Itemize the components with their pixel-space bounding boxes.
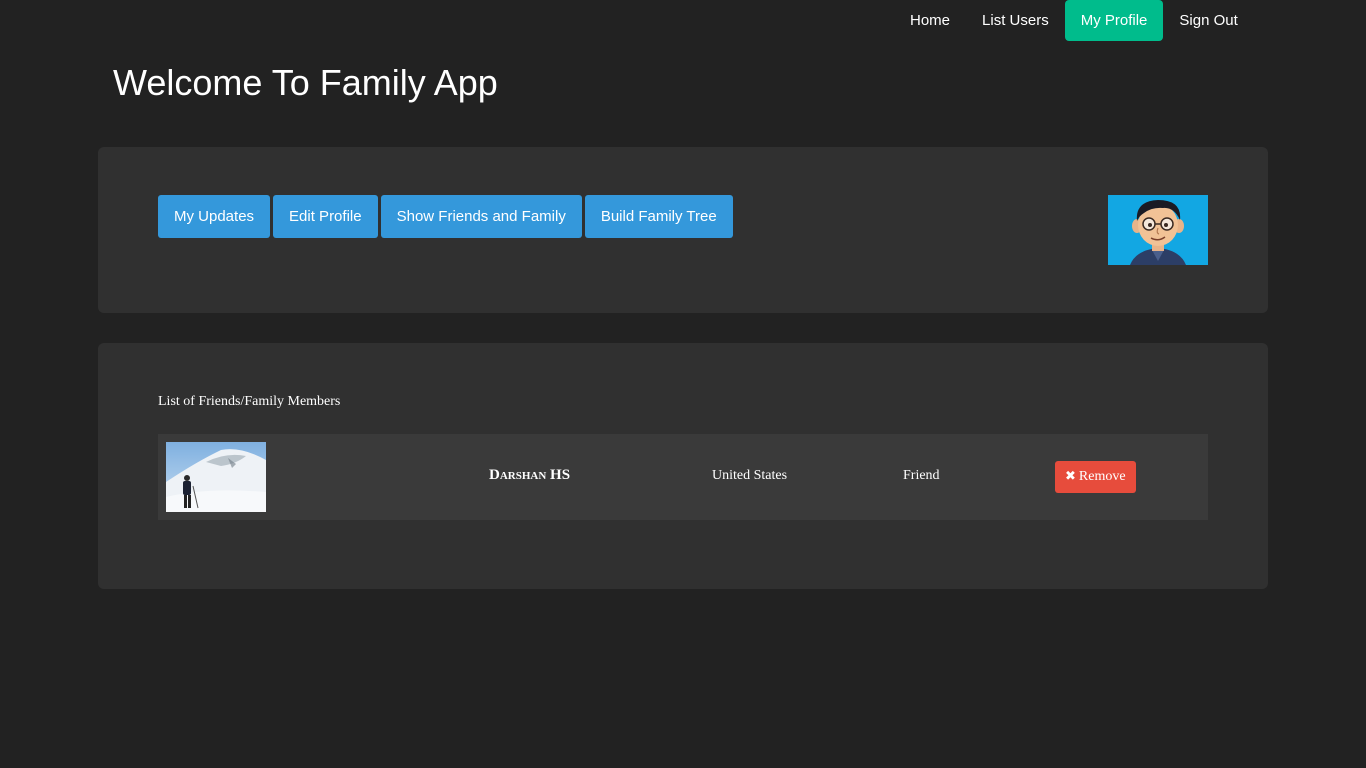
member-photo (166, 442, 266, 512)
table-row: Darshan HS United States Friend ✖ Remove (158, 434, 1208, 520)
remove-member-button[interactable]: ✖ Remove (1055, 461, 1136, 493)
members-list-heading: List of Friends/Family Members (158, 394, 341, 409)
profile-actions-panel: My Updates Edit Profile Show Friends and… (98, 147, 1268, 313)
nav-my-profile-link[interactable]: My Profile (1064, 0, 1164, 41)
avatar (1108, 195, 1208, 265)
members-panel: List of Friends/Family Members Darshan H… (98, 343, 1268, 589)
edit-profile-button[interactable]: Edit Profile (273, 195, 378, 238)
nav-menu: Home List Users My Profile Sign Out (894, 0, 1254, 41)
page-title: Welcome To Family App (113, 62, 498, 103)
profile-button-group: My Updates Edit Profile Show Friends and… (158, 195, 733, 238)
member-name: Darshan HS (489, 467, 571, 483)
remove-button-label: Remove (1078, 469, 1126, 484)
my-updates-button[interactable]: My Updates (158, 195, 271, 238)
member-country: United States (712, 468, 788, 483)
nav-sign-out-link[interactable]: Sign Out (1163, 0, 1253, 41)
member-relation: Friend (903, 468, 940, 483)
build-family-tree-button[interactable]: Build Family Tree (584, 195, 733, 238)
show-friends-family-button[interactable]: Show Friends and Family (380, 195, 582, 238)
top-navbar: Home List Users My Profile Sign Out (0, 0, 1366, 41)
nav-home-link[interactable]: Home (894, 0, 966, 41)
nav-list-users-link[interactable]: List Users (966, 0, 1065, 41)
snowy-mountain-hiker-photo-icon (166, 442, 266, 512)
cartoon-man-avatar-icon (1108, 195, 1208, 265)
times-icon: ✖ (1065, 469, 1076, 484)
